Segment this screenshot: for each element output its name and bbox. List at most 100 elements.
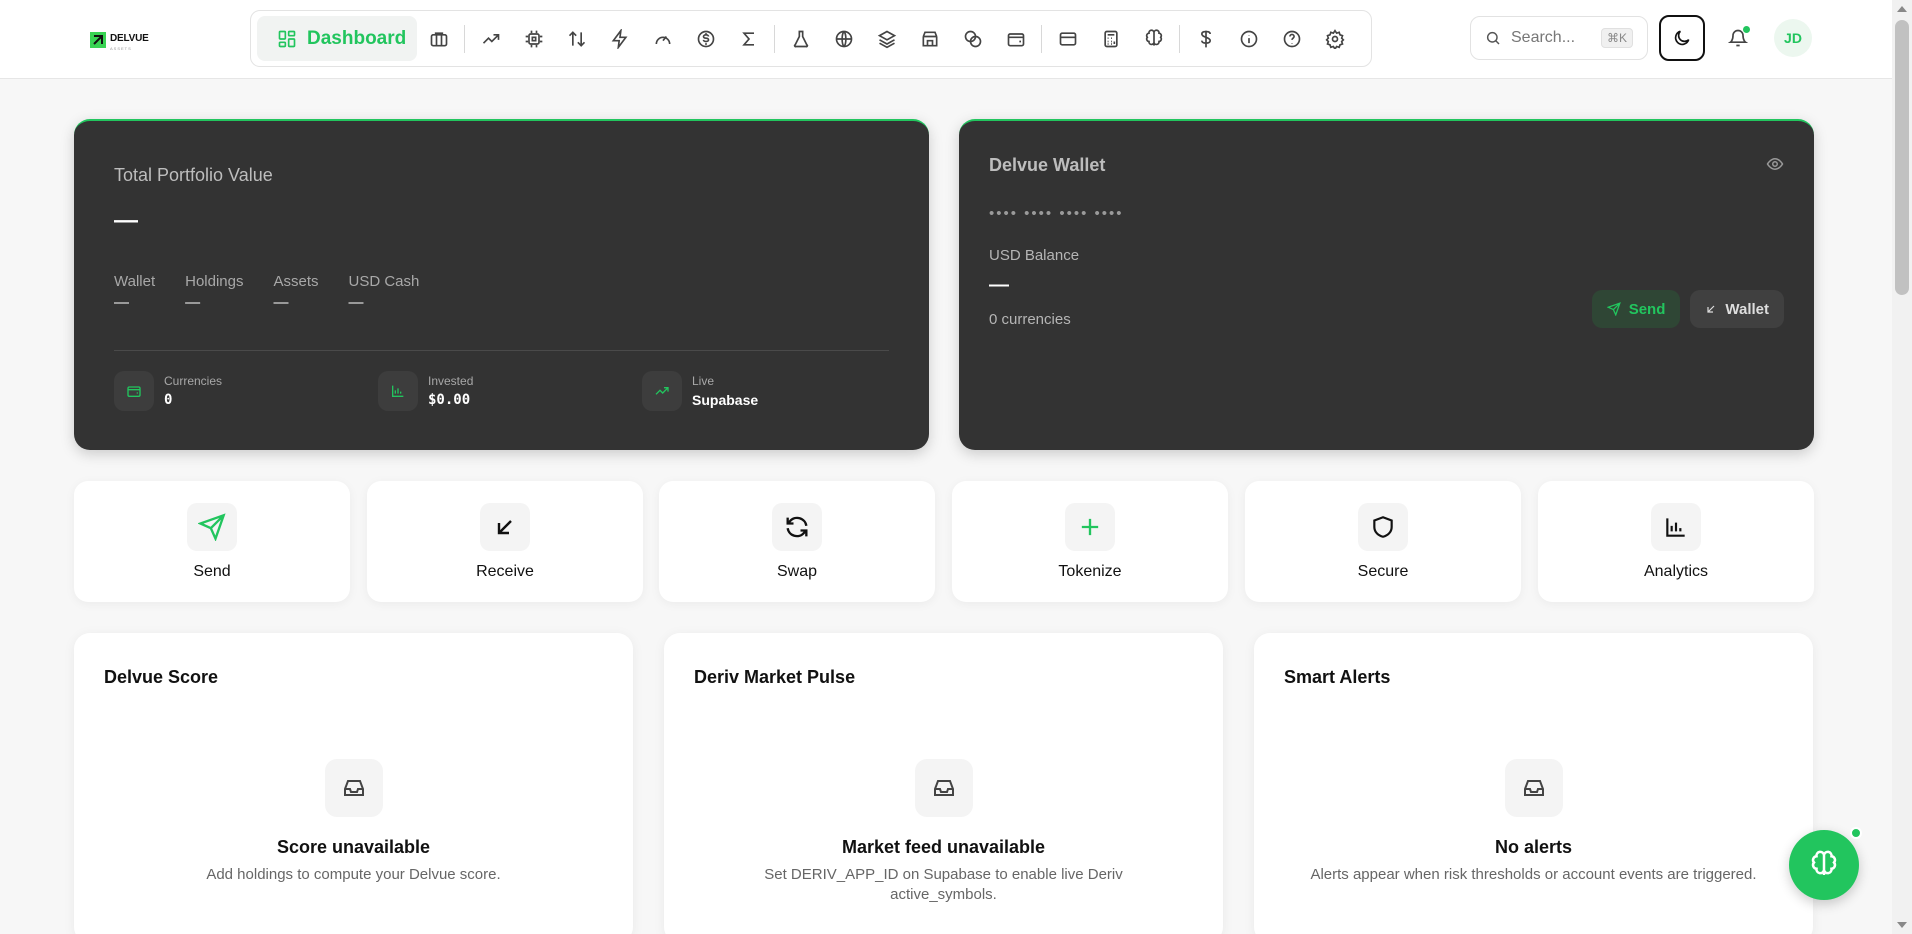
delvue-score-card: Delvue Score Score unavailable Add holdi… xyxy=(74,633,633,934)
action-tokenize[interactable]: Tokenize xyxy=(952,481,1228,602)
action-send[interactable]: Send xyxy=(74,481,350,602)
metric-label: USD Cash xyxy=(348,273,420,290)
search-icon xyxy=(1486,31,1500,45)
nav-portfolio[interactable] xyxy=(417,17,460,60)
wallet-send-button[interactable]: Send xyxy=(1591,290,1681,328)
metric-label: Holdings xyxy=(185,273,244,290)
trending-up-icon xyxy=(655,387,669,395)
brand-name: DELVUE xyxy=(110,33,149,44)
arrow-down-left-icon xyxy=(1707,305,1715,313)
nav-dashboard-label: Dashboard xyxy=(307,27,407,49)
nav-layers[interactable] xyxy=(865,17,908,60)
card-description: Alerts appear when risk thresholds or ac… xyxy=(1310,866,1757,883)
nav-coins[interactable] xyxy=(951,17,994,60)
theme-toggle-button[interactable] xyxy=(1659,15,1705,61)
scrollbar[interactable] xyxy=(1892,0,1912,934)
scroll-down-arrow-icon[interactable] xyxy=(1897,922,1907,928)
scroll-thumb[interactable] xyxy=(1895,20,1909,295)
nav-trade[interactable] xyxy=(555,17,598,60)
stat-value: 0 xyxy=(164,392,173,408)
toggle-visibility-button[interactable] xyxy=(1766,155,1784,178)
metric-holdings: Holdings — xyxy=(185,273,243,311)
nav-lab[interactable] xyxy=(779,17,822,60)
nav-global[interactable] xyxy=(822,17,865,60)
wallet-open-button[interactable]: Wallet xyxy=(1690,290,1784,328)
help-icon xyxy=(1283,30,1300,47)
portfolio-divider xyxy=(114,350,889,351)
scroll-up-arrow-icon[interactable] xyxy=(1897,6,1907,12)
stat-live: Live Supabase xyxy=(642,371,906,411)
nav-wallet[interactable] xyxy=(994,17,1037,60)
nav-dashboard[interactable]: Dashboard xyxy=(257,16,417,61)
nav-risk[interactable] xyxy=(641,17,684,60)
nav-info[interactable] xyxy=(1227,17,1270,60)
credit-card-icon xyxy=(1059,31,1076,46)
nav-cards[interactable] xyxy=(1046,17,1089,60)
search-input[interactable] xyxy=(1511,29,1591,47)
refresh-icon xyxy=(786,516,808,538)
portfolio-card: Total Portfolio Value — Wallet — Holding… xyxy=(74,119,929,450)
action-analytics[interactable]: Analytics xyxy=(1538,481,1814,602)
metric-value: — xyxy=(185,294,201,311)
top-bar: DELVUE ASSETS Dashboard Search... ⌘K JD xyxy=(0,0,1892,79)
stat-label: Invested xyxy=(428,374,474,388)
action-receive[interactable]: Receive xyxy=(367,481,643,602)
bar-chart-icon xyxy=(1666,518,1685,537)
search-box[interactable]: ⌘K xyxy=(1470,16,1648,60)
wallet-icon xyxy=(1007,32,1024,46)
action-label: Send xyxy=(193,563,231,580)
stat-value: Supabase xyxy=(692,392,759,408)
action-swap[interactable]: Swap xyxy=(659,481,935,602)
nav-sum[interactable] xyxy=(727,17,770,60)
market-pulse-card: Deriv Market Pulse Market feed unavailab… xyxy=(664,633,1223,934)
calculator-icon xyxy=(1103,30,1118,47)
nav-store[interactable] xyxy=(908,17,951,60)
wallet-title: Delvue Wallet xyxy=(989,155,1106,175)
metric-value: — xyxy=(273,294,289,311)
ai-assistant-button[interactable] xyxy=(1789,830,1859,900)
nav-ai[interactable] xyxy=(512,17,555,60)
settings-icon xyxy=(1324,28,1345,49)
nav-signals[interactable] xyxy=(598,17,641,60)
moon-icon xyxy=(1674,30,1690,46)
nav-help[interactable] xyxy=(1270,17,1313,60)
stat-label: Currencies xyxy=(164,374,223,388)
wallet-currencies: 0 currencies xyxy=(989,311,1071,328)
wallet-card: Delvue Wallet •••• •••• •••• •••• USD Ba… xyxy=(959,119,1814,450)
wallet-icon xyxy=(127,386,141,397)
stat-invested: Invested $0.00 xyxy=(378,371,642,411)
portfolio-value: — xyxy=(114,207,138,234)
nav-pricing[interactable] xyxy=(1184,17,1227,60)
notification-dot xyxy=(1743,26,1750,33)
coins-icon xyxy=(964,30,981,47)
card-description: Set DERIV_APP_ID on Supabase to enable l… xyxy=(764,866,1123,903)
dashboard-icon xyxy=(278,30,296,47)
nav-separator xyxy=(1179,24,1180,53)
nav-separator xyxy=(774,24,775,53)
search-shortcut: ⌘K xyxy=(1601,28,1634,48)
info-icon xyxy=(1240,30,1257,47)
notifications-button[interactable] xyxy=(1716,16,1760,60)
inbox-icon xyxy=(933,780,954,796)
layers-icon xyxy=(877,30,896,48)
nav-calculator[interactable] xyxy=(1089,17,1132,60)
nav-brain[interactable] xyxy=(1132,17,1175,60)
brand-logo[interactable]: DELVUE ASSETS xyxy=(90,28,149,51)
nav-markets[interactable] xyxy=(469,17,512,60)
action-secure[interactable]: Secure xyxy=(1245,481,1521,602)
avatar[interactable]: JD xyxy=(1774,19,1812,57)
nav-finance[interactable] xyxy=(684,17,727,60)
dollar-circle-icon xyxy=(697,30,714,47)
smart-alerts-card: Smart Alerts No alerts Alerts appear whe… xyxy=(1254,633,1813,934)
wallet-actions: Send Wallet xyxy=(1591,290,1784,328)
arrow-down-left-icon xyxy=(497,520,512,535)
zap-icon xyxy=(611,28,627,49)
card-title: Delvue Score xyxy=(104,667,219,687)
nav-settings[interactable] xyxy=(1313,17,1356,60)
card-heading: Market feed unavailable xyxy=(841,837,1046,857)
brain-icon xyxy=(1145,28,1162,46)
trending-up-icon xyxy=(482,33,499,44)
globe-icon xyxy=(835,30,852,47)
brand-sub: ASSETS xyxy=(110,46,132,51)
wallet-send-label: Send xyxy=(1628,300,1666,318)
